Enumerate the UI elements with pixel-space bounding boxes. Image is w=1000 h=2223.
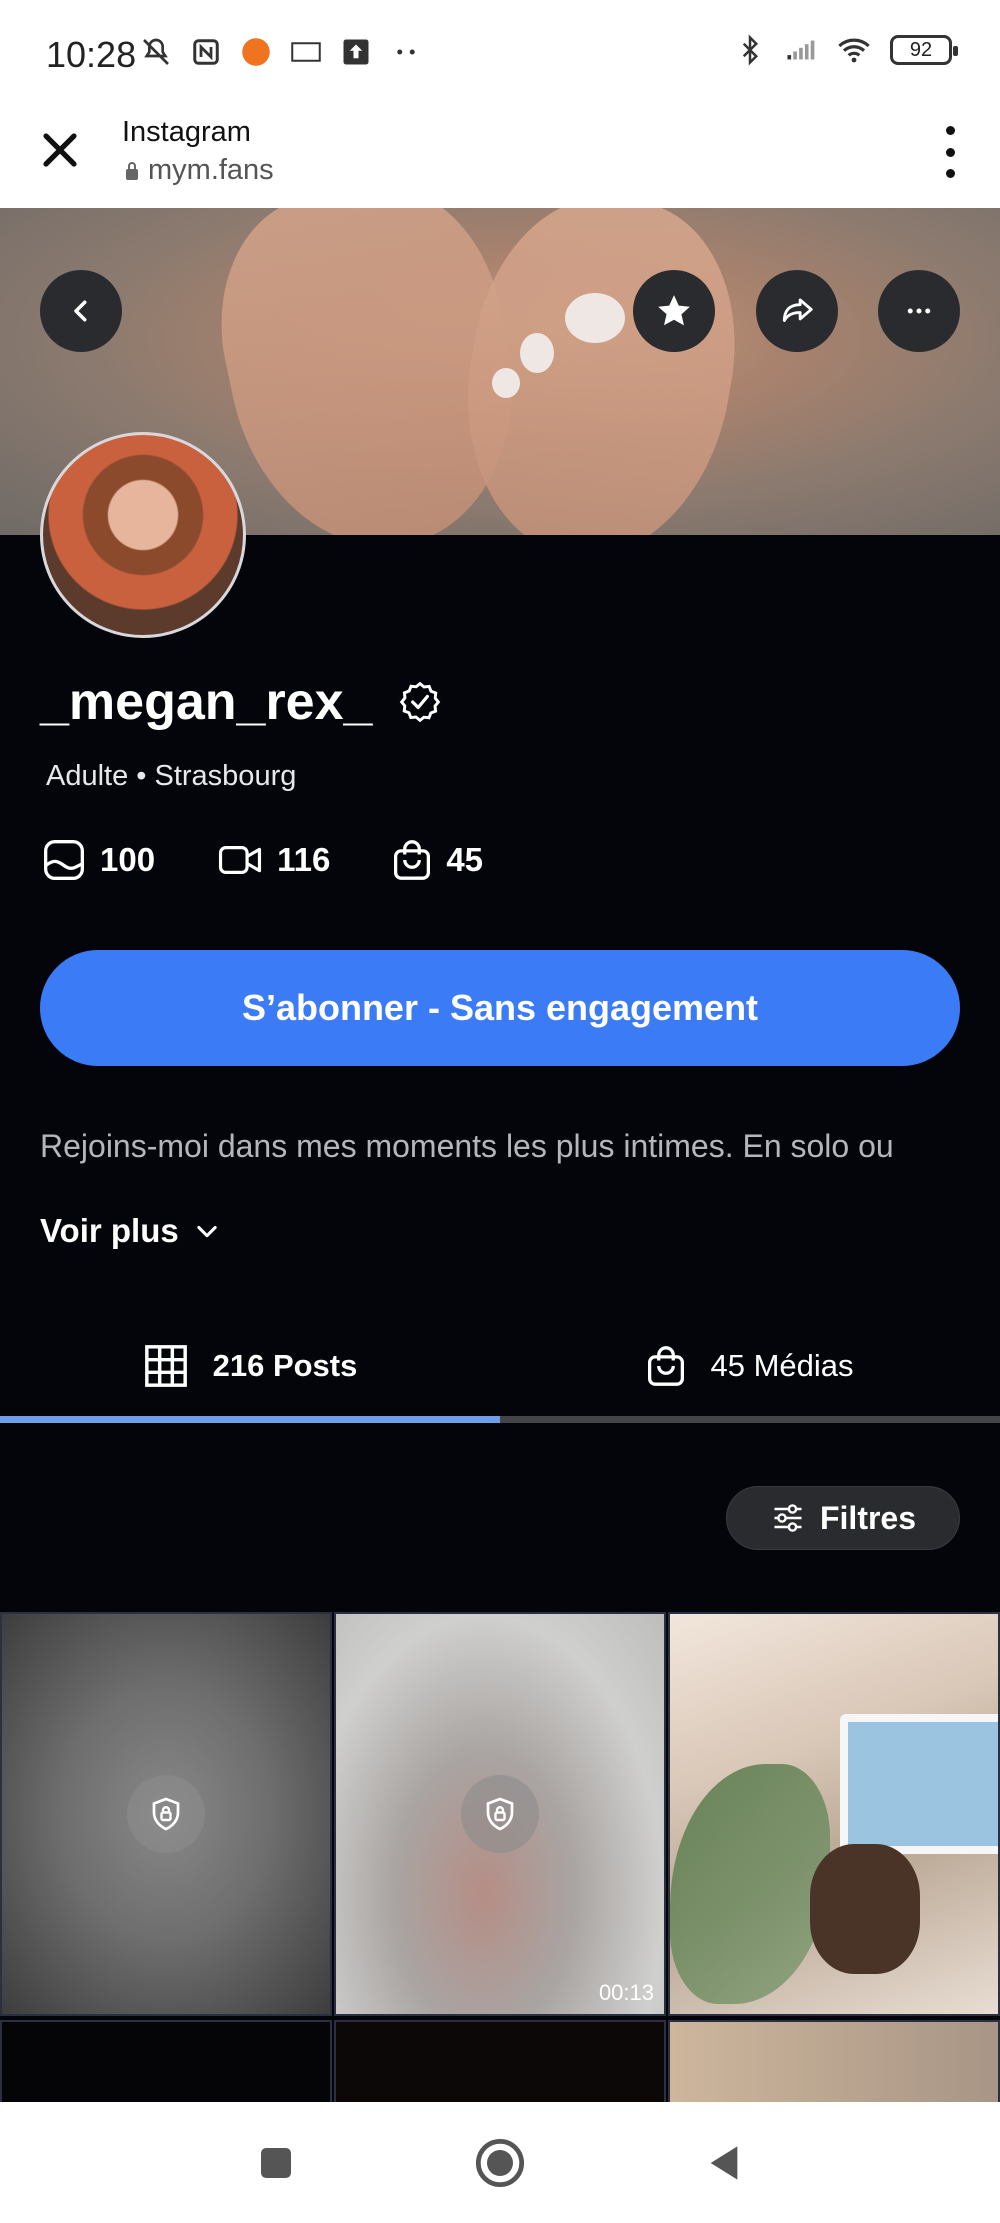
video-icon xyxy=(219,846,262,874)
tab-medias[interactable]: 45 Médias xyxy=(500,1310,1000,1422)
more-notifications-icon xyxy=(390,36,422,68)
locked-post-badge xyxy=(461,1775,539,1853)
square-icon xyxy=(261,2147,291,2178)
shopping-bag-icon xyxy=(648,1346,685,1386)
filters-label: Filtres xyxy=(819,1499,917,1536)
avatar[interactable] xyxy=(40,432,246,638)
profile-bio: Rejoins-moi dans mes moments les plus in… xyxy=(40,1128,894,1164)
verified-badge-icon xyxy=(400,681,441,723)
stat-videos-count: 116 xyxy=(277,841,331,878)
tab-posts-label: 216 Posts xyxy=(212,1348,358,1383)
recents-button[interactable] xyxy=(249,2136,303,2190)
wifi-icon xyxy=(838,34,870,66)
lock-shield-icon xyxy=(152,1797,180,1831)
banner-image-detail xyxy=(520,333,554,373)
see-more-label: Voir plus xyxy=(40,1212,179,1249)
temu-icon xyxy=(290,36,322,68)
posts-grid: 00:13 xyxy=(0,1612,1000,2110)
close-icon[interactable] xyxy=(36,126,84,174)
profile-username: _megan_rex_ xyxy=(40,672,442,732)
favorite-button[interactable] xyxy=(633,270,715,352)
share-button[interactable] xyxy=(756,270,838,352)
banner-image-shape xyxy=(440,208,760,535)
sliders-icon xyxy=(774,1504,802,1532)
signal-icon xyxy=(786,34,818,66)
post-thumbnail[interactable] xyxy=(0,2020,332,2110)
bluetooth-icon xyxy=(734,34,766,66)
username-text: _megan_rex_ xyxy=(40,673,373,731)
profile-subtitle: Adulte • Strasbourg xyxy=(46,760,297,792)
browser-url: mym.fans xyxy=(124,154,274,187)
thumbnail-image-detail xyxy=(840,1714,998,1854)
banner-image-detail xyxy=(492,368,520,398)
home-circle-icon xyxy=(475,2138,525,2187)
banner-image-detail xyxy=(565,293,625,343)
post-thumbnail[interactable] xyxy=(0,1612,332,2016)
filters-button[interactable]: Filtres xyxy=(726,1486,960,1550)
post-thumbnail[interactable] xyxy=(668,1612,1000,2016)
lock-icon xyxy=(126,161,138,180)
browser-title: Instagram xyxy=(122,116,251,148)
upload-icon xyxy=(340,36,372,68)
status-system-icons: 92 xyxy=(734,34,958,66)
triangle-back-icon xyxy=(710,2145,738,2180)
shopping-bag-icon xyxy=(394,840,431,880)
locked-post-badge xyxy=(127,1775,205,1853)
chevron-left-icon xyxy=(74,300,87,322)
chevron-down-icon xyxy=(197,1225,217,1238)
system-navigation-bar xyxy=(0,2102,1000,2223)
stat-medias-count: 45 xyxy=(446,841,484,878)
post-thumbnail[interactable] xyxy=(668,2020,1000,2110)
tab-posts[interactable]: 216 Posts xyxy=(0,1310,500,1422)
back-button[interactable] xyxy=(40,270,122,352)
grid-icon xyxy=(144,1345,187,1387)
post-thumbnail[interactable] xyxy=(334,2020,666,2110)
ellipsis-icon xyxy=(907,308,931,314)
stat-medias: 45 xyxy=(392,838,483,882)
browser-bar: Instagram mym.fans xyxy=(0,106,1000,208)
tab-active-indicator xyxy=(0,1416,500,1423)
nfc-icon xyxy=(190,36,222,68)
content-tabs: 216 Posts 45 Médias xyxy=(0,1310,1000,1422)
status-time: 10:28 xyxy=(46,34,137,75)
lock-shield-icon xyxy=(486,1797,514,1831)
star-icon xyxy=(658,295,690,326)
post-thumbnail[interactable]: 00:13 xyxy=(334,1612,666,2016)
share-icon xyxy=(782,298,813,322)
stat-photos-count: 100 xyxy=(100,841,156,878)
profile-stats: 100 116 45 xyxy=(42,838,483,882)
thumbnail-image-detail xyxy=(810,1844,920,1974)
stat-videos: 116 xyxy=(217,838,330,882)
back-nav-button[interactable] xyxy=(697,2136,751,2190)
more-options-button[interactable] xyxy=(878,270,960,352)
app-notification-icon xyxy=(240,36,272,68)
thumbnail-image-detail xyxy=(670,1764,830,2004)
see-more-button[interactable]: Voir plus xyxy=(40,1212,221,1250)
status-notification-icons xyxy=(140,36,422,68)
photo-icon xyxy=(44,840,84,880)
subscribe-button[interactable]: S’abonner - Sans engagement xyxy=(40,950,960,1066)
status-bar: 10:28 92 xyxy=(0,0,1000,106)
battery-indicator: 92 xyxy=(890,35,958,65)
stat-photos: 100 xyxy=(42,838,155,882)
home-button[interactable] xyxy=(473,2136,527,2190)
browser-menu-button[interactable] xyxy=(938,126,962,178)
video-duration: 00:13 xyxy=(598,1980,654,2005)
url-text: mym.fans xyxy=(148,154,274,186)
tab-medias-label: 45 Médias xyxy=(710,1348,854,1383)
mute-icon xyxy=(140,36,172,68)
